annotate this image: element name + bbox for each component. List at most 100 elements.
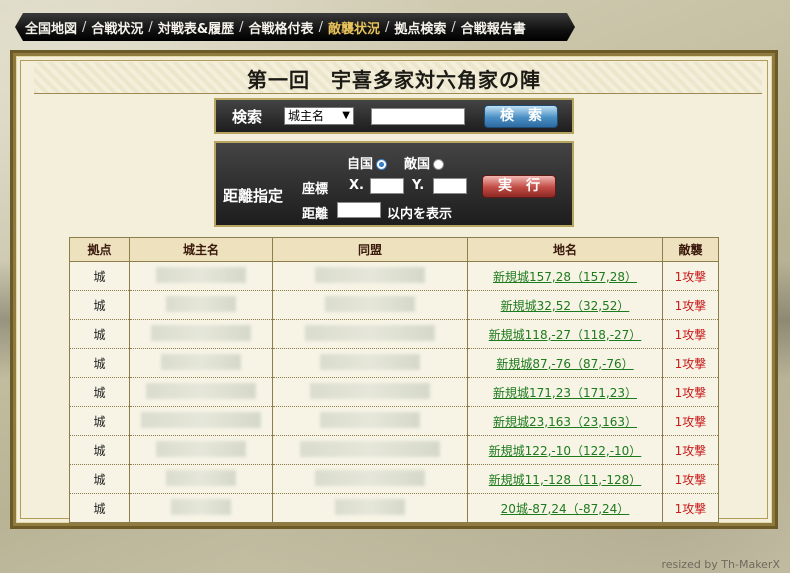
- place-link[interactable]: 新規城157,28（157,28）: [493, 270, 637, 284]
- execute-button[interactable]: 実 行: [482, 175, 556, 198]
- x-label: X.: [349, 178, 364, 193]
- cell-alliance: [272, 319, 468, 349]
- search-label: 検索: [232, 108, 263, 126]
- cell-attack: 1攻撃: [662, 435, 719, 465]
- place-link[interactable]: 新規城32,52（32,52）: [501, 299, 630, 313]
- header-base: 拠点: [69, 237, 130, 262]
- attack-count: 1攻撃: [674, 385, 707, 400]
- header-place: 地名: [467, 237, 663, 262]
- chevron-down-icon: ▼: [342, 110, 350, 121]
- nav-separator: /: [148, 19, 153, 35]
- search-field-select[interactable]: 城主名 ▼: [284, 107, 354, 125]
- cell-place: 新規城87,-76（87,-76）: [467, 348, 663, 378]
- table-row: 城 新規城87,-76（87,-76） 1攻撃: [69, 348, 719, 378]
- header-lord-name: 城主名: [129, 237, 273, 262]
- redacted-alliance: [320, 353, 420, 370]
- redacted-lord-name: [146, 382, 256, 399]
- redacted-lord-name: [151, 324, 251, 341]
- cell-base: 城: [69, 261, 130, 291]
- search-box: 検索 城主名 ▼ 検 索: [214, 98, 574, 134]
- nav-item-2[interactable]: 対戦表&履歴: [158, 18, 234, 37]
- cell-base: 城: [69, 319, 130, 349]
- attack-count: 1攻撃: [674, 443, 707, 458]
- nav-item-4[interactable]: 敵襲状況: [328, 18, 380, 37]
- search-field-select-value: 城主名: [288, 109, 325, 123]
- cell-alliance: [272, 493, 468, 523]
- redacted-lord-name: [171, 498, 231, 515]
- coord-label: 座標: [302, 182, 329, 197]
- table-row: 城 新規城11,-128（11,-128） 1攻撃: [69, 464, 719, 494]
- redacted-lord-name: [156, 266, 246, 283]
- nav-item-6[interactable]: 合戦報告書: [461, 18, 526, 37]
- place-link[interactable]: 新規城87,-76（87,-76）: [496, 357, 633, 371]
- redacted-alliance: [335, 498, 405, 515]
- header-alliance: 同盟: [272, 237, 468, 262]
- nav-item-3[interactable]: 合戦格付表: [249, 18, 314, 37]
- table-row: 城 新規城23,163（23,163） 1攻撃: [69, 406, 719, 436]
- attack-count: 1攻撃: [674, 414, 707, 429]
- enemy-country-option: 敵国: [404, 153, 445, 172]
- nav-item-5[interactable]: 拠点検索: [394, 18, 446, 37]
- cell-lord-name: [129, 464, 273, 494]
- redacted-lord-name: [166, 295, 236, 312]
- place-link[interactable]: 新規城11,-128（11,-128）: [489, 473, 642, 487]
- place-link[interactable]: 新規城118,-27（118,-27）: [489, 328, 642, 342]
- cell-attack: 1攻撃: [662, 348, 719, 378]
- cell-base: 城: [69, 290, 130, 320]
- place-link[interactable]: 新規城171,23（171,23）: [493, 386, 637, 400]
- table-header-row: 拠点 城主名 同盟 地名 敵襲: [69, 237, 719, 262]
- redacted-alliance: [310, 382, 430, 399]
- cell-base: 城: [69, 493, 130, 523]
- enemy-country-radio[interactable]: [433, 159, 445, 170]
- own-country-radio[interactable]: [376, 159, 388, 170]
- x-coordinate-input[interactable]: [370, 178, 404, 194]
- redacted-alliance: [320, 411, 420, 428]
- cell-base: 城: [69, 464, 130, 494]
- cell-attack: 1攻撃: [662, 406, 719, 436]
- cell-place: 新規城171,23（171,23）: [467, 377, 663, 407]
- cell-base: 城: [69, 435, 130, 465]
- redacted-alliance: [300, 440, 440, 457]
- distance-label: 距離指定: [223, 187, 284, 205]
- nav-separator: /: [239, 19, 244, 35]
- header-attack: 敵襲: [662, 237, 719, 262]
- redacted-alliance: [325, 295, 415, 312]
- place-link[interactable]: 新規城122,-10（122,-10）: [489, 444, 642, 458]
- cell-attack: 1攻撃: [662, 464, 719, 494]
- search-input[interactable]: [371, 108, 465, 125]
- redacted-lord-name: [156, 440, 246, 457]
- range-suffix: 以内を表示: [387, 207, 453, 222]
- title-divider: [34, 93, 762, 94]
- cell-place: 新規城11,-128（11,-128）: [467, 464, 663, 494]
- cell-alliance: [272, 348, 468, 378]
- cell-attack: 1攻撃: [662, 319, 719, 349]
- attack-count: 1攻撃: [674, 356, 707, 371]
- table-row: 城 新規城157,28（157,28） 1攻撃: [69, 261, 719, 291]
- redacted-lord-name: [141, 411, 261, 428]
- distance-input[interactable]: [337, 202, 381, 218]
- search-button[interactable]: 検 索: [484, 105, 558, 128]
- redacted-lord-name: [161, 353, 241, 370]
- place-link[interactable]: 新規城23,163（23,163）: [493, 415, 637, 429]
- cell-alliance: [272, 261, 468, 291]
- nav-separator: /: [82, 19, 87, 35]
- cell-alliance: [272, 435, 468, 465]
- nav-item-0[interactable]: 全国地図: [25, 18, 77, 37]
- cell-lord-name: [129, 348, 273, 378]
- place-link[interactable]: 20城-87,24（-87,24）: [501, 502, 630, 516]
- cell-attack: 1攻撃: [662, 261, 719, 291]
- enemy-country-label: 敵国: [404, 157, 431, 172]
- attack-count: 1攻撃: [674, 472, 707, 487]
- cell-place: 20城-87,24（-87,24）: [467, 493, 663, 523]
- y-coordinate-input[interactable]: [433, 178, 467, 194]
- distance-filter-box: 距離指定 自国 敵国 座標 X. Y. 距離 以内を表示 実 行: [214, 141, 574, 227]
- attack-count: 1攻撃: [674, 501, 707, 516]
- y-label: Y.: [412, 178, 425, 193]
- cell-alliance: [272, 290, 468, 320]
- nav-item-1[interactable]: 合戦状況: [91, 18, 143, 37]
- own-country-label: 自国: [347, 157, 374, 172]
- cell-lord-name: [129, 406, 273, 436]
- cell-alliance: [272, 464, 468, 494]
- redacted-alliance: [315, 469, 425, 486]
- own-country-option: 自国: [347, 153, 388, 172]
